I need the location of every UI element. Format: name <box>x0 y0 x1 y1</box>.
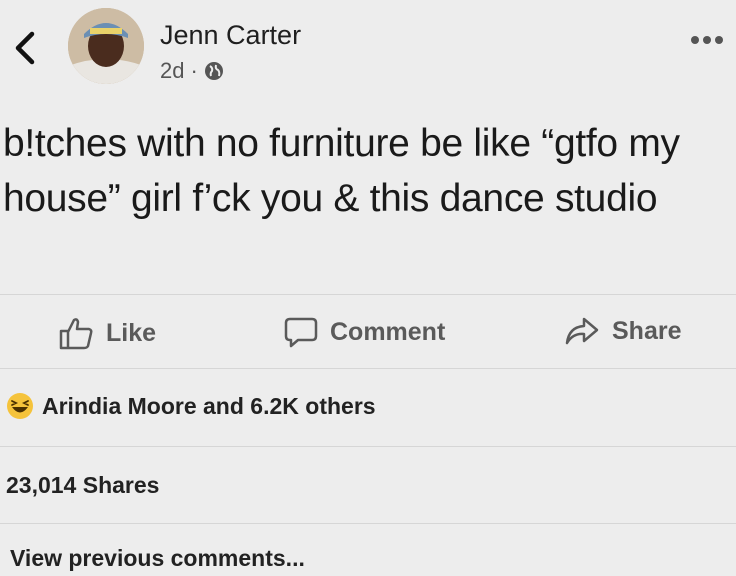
share-arrow-icon <box>565 317 599 345</box>
action-bar: Like Comment Share <box>0 300 736 368</box>
more-dots-icon[interactable] <box>690 34 724 46</box>
meta-separator: · <box>190 58 198 83</box>
reactions-summary[interactable]: Arindia Moore and 6.2K others <box>6 392 376 420</box>
author-name[interactable]: Jenn Carter <box>160 20 301 51</box>
share-button[interactable]: Share <box>564 316 681 346</box>
view-previous-comments-link[interactable]: View previous comments... <box>10 545 305 572</box>
divider <box>0 294 736 295</box>
haha-emoji-icon <box>7 393 33 419</box>
thumbs-up-icon <box>59 318 93 350</box>
share-label: Share <box>612 316 682 345</box>
like-button[interactable]: Like <box>58 316 156 350</box>
divider <box>0 368 736 369</box>
post-time[interactable]: 2d <box>160 58 184 84</box>
speech-bubble-icon <box>284 317 318 348</box>
comment-button[interactable]: Comment <box>284 316 445 348</box>
like-label: Like <box>106 318 157 347</box>
shares-count[interactable]: 23,014 Shares <box>6 472 159 499</box>
divider <box>0 446 736 447</box>
post-meta: 2d · <box>160 58 224 84</box>
back-chevron-icon[interactable] <box>10 30 40 66</box>
comment-label: Comment <box>330 317 446 346</box>
post-header: Jenn Carter 2d · <box>0 0 736 100</box>
globe-icon <box>204 62 223 80</box>
divider <box>0 523 736 524</box>
reactions-text: Arindia Moore and 6.2K others <box>42 392 376 419</box>
avatar[interactable] <box>68 8 144 84</box>
post-text: b!tches with no furniture be like “gtfo … <box>3 122 680 220</box>
